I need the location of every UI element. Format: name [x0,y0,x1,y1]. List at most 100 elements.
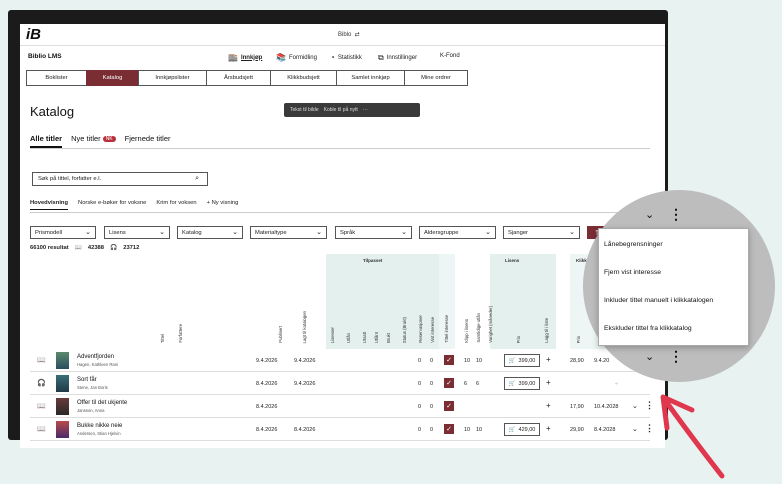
add-to-cart-button[interactable]: 🛒 399,00 [504,377,540,390]
menu-formidling[interactable]: 📚 Formidling [276,53,317,62]
row-menu-button[interactable]: ⋮ [645,400,654,411]
sub-tabs: Boklister Katalog Innkjøpslister Årsbuds… [26,70,468,86]
book-cover [56,352,69,369]
subtab-boklister[interactable]: Boklister [26,70,86,86]
tab-alle-titler[interactable]: Alle titler [30,134,63,148]
col-klikk-pris[interactable]: Pris [576,336,581,343]
tab-nye-titler[interactable]: Nye titler NK [71,134,116,148]
col-tittel[interactable]: Tittel [160,334,165,343]
add-to-list-button[interactable]: + [546,401,551,410]
row-author: Andersen, Stian Hjelvin [77,431,121,436]
interest-checkbox[interactable]: ✓ [444,355,454,365]
menu-k-fond[interactable]: K-Fond [440,53,460,59]
row-klipp: 6 [464,381,468,387]
add-to-cart-button[interactable]: 🛒 399,00 [504,354,540,367]
view-krim[interactable]: Krim for voksen [156,200,196,210]
reconnect-button[interactable]: Koble til på nytt [324,107,358,113]
biblo-label: Biblo [338,32,352,38]
menu-item-fjern-vist-interesse[interactable]: Fjern vist interesse [604,269,661,276]
row-interest: 0 [430,381,434,387]
chevron-down-icon: ⌄ [159,229,165,236]
more-button[interactable]: ··· [363,107,368,113]
add-to-cart-button[interactable]: 🛒 429,00 [504,423,540,436]
row-menu-button[interactable]: ⋮ [645,423,654,434]
col-utlan: Utlån [346,332,351,343]
row-title[interactable]: Sort får [77,377,97,383]
row-published: 9.4.2026 [256,358,278,364]
add-to-list-button[interactable]: + [546,424,551,433]
table-row[interactable]: 📖 Bukke nikke neie Andersen, Stian Hjelv… [30,419,654,441]
subtab-samlet-innkjop[interactable]: Samlet innkjøp [336,70,404,86]
table-row[interactable]: 📖 Offer til det ukjente Jansson, Anna 8.… [30,396,654,418]
search-icon[interactable]: ⌕ [195,175,199,183]
row-klikk-price: 28,90 [570,358,584,364]
row-menu-button[interactable]: ⋮ [669,206,683,223]
biblo-switcher[interactable]: Biblo ⇄ [338,31,360,38]
menu-item-inkluder-manuelt[interactable]: Inkluder tittel manuelt i klikkatalogen [604,297,713,304]
tab-fjernede-titler[interactable]: Fjernede titler [125,134,171,148]
col-publisert[interactable]: Publisert [278,326,283,343]
row-menu-button[interactable]: ⋮ [669,348,683,365]
text-to-image-button[interactable]: Tekst til bilde [290,107,319,113]
menu-innkjop[interactable]: 🏬 Innkjøp [228,53,262,62]
filter-sprak[interactable]: Språk ⌄ [335,226,412,239]
table-row[interactable]: 🎧 Sort får Stene, Jan Boris 8.4.2026 9.4… [30,373,650,395]
table-row[interactable]: 📖 Adventfjorden Hagen, Kathleen Rani 9.4… [30,350,650,372]
col-forfattere[interactable]: Forfattere [178,324,183,343]
row-reservations: 0 [418,404,422,410]
app-logo: iB [26,26,41,43]
filter-katalog[interactable]: Katalog ⌄ [177,226,243,239]
subtab-mine-ordrer[interactable]: Mine ordrer [404,70,468,86]
menu-innstillinger[interactable]: ⧉ Innstillinger [378,53,417,63]
cart-icon: 🛒 [508,357,516,364]
subtab-katalog[interactable]: Katalog [86,70,138,86]
view-hovedvisning[interactable]: Hovedvisning [30,200,69,210]
menu-item-ekskluder[interactable]: Ekskluder tittel fra klikkatalog [604,325,692,332]
chevron-down-icon[interactable]: ⌄ [632,402,638,410]
menu-item-lanebegrensninger[interactable]: Lånebegrensninger [604,241,663,248]
book-cover [56,375,69,392]
search-input[interactable]: Søk på tittel, forfatter e.l. ⌕ [32,172,208,186]
col-utlant: Utlånt [374,331,379,343]
subtab-innkjopslister[interactable]: Innkjøpslister [138,70,206,86]
page-title: Katalog [30,104,75,119]
row-interest: 0 [430,358,434,364]
row-klikk-price: 17,90 [570,404,584,410]
row-samtidige: 10 [476,427,483,433]
add-to-list-button[interactable]: + [546,378,551,387]
top-bar: iB Biblo ⇄ [20,24,665,46]
filter-materialtype[interactable]: Materialtype ⌄ [250,226,327,239]
screenshot-frame: iB Biblo ⇄ Biblio LMS 🏬 Innkjøp 📚 Formidli… [8,10,668,448]
subtab-klikkbudsjett[interactable]: Klikkbudsjett [270,70,336,86]
row-samtidige: 6 [476,381,480,387]
new-count-badge: NK [102,136,116,143]
add-to-list-button[interactable]: + [546,355,551,364]
row-title[interactable]: Offer til det ukjente [77,400,127,406]
col-reservasjoner[interactable]: Reservasjoner [418,315,423,343]
col-klipp-i-lisens: Klipp i lisens [464,319,469,343]
filter-prismodell[interactable]: Prismodell ⌄ [30,226,96,239]
search-placeholder: Søk på tittel, forfatter e.l. [38,176,102,182]
row-interest: 0 [430,404,434,410]
chevron-down-icon[interactable]: ⌄ [632,425,638,433]
filter-lisens[interactable]: Lisens ⌄ [104,226,170,239]
interest-checkbox[interactable]: ✓ [444,378,454,388]
col-status-brukt[interactable]: Status (Brukt) [402,317,407,343]
filter-aldersgruppe[interactable]: Aldersgruppe ⌄ [419,226,496,239]
view-norske-ebøker[interactable]: Norske e-bøker for voksne [78,200,146,210]
add-view-button[interactable]: + Ny visning [207,200,239,210]
row-title[interactable]: Adventfjorden [77,354,114,360]
col-vist-interesse[interactable]: Vist interesse [430,317,435,343]
col-lagt-til[interactable]: Lagt til katalogen [302,311,307,344]
filter-sjanger[interactable]: Sjanger ⌄ [503,226,580,239]
chevron-down-icon: ⌄ [316,229,322,236]
col-pris[interactable]: Pris [516,336,521,343]
row-published: 8.4.2026 [256,404,278,410]
divide-icon: ÷ [615,381,619,387]
interest-checkbox[interactable]: ✓ [444,401,454,411]
group-tilpasset: Tilpasset [363,258,383,263]
interest-checkbox[interactable]: ✓ [444,424,454,434]
menu-statistikk[interactable]: ◔ Statistikk [330,53,362,62]
row-title[interactable]: Bukke nikke neie [77,423,122,429]
subtab-arsbudsjett[interactable]: Årsbudsjett [206,70,270,86]
